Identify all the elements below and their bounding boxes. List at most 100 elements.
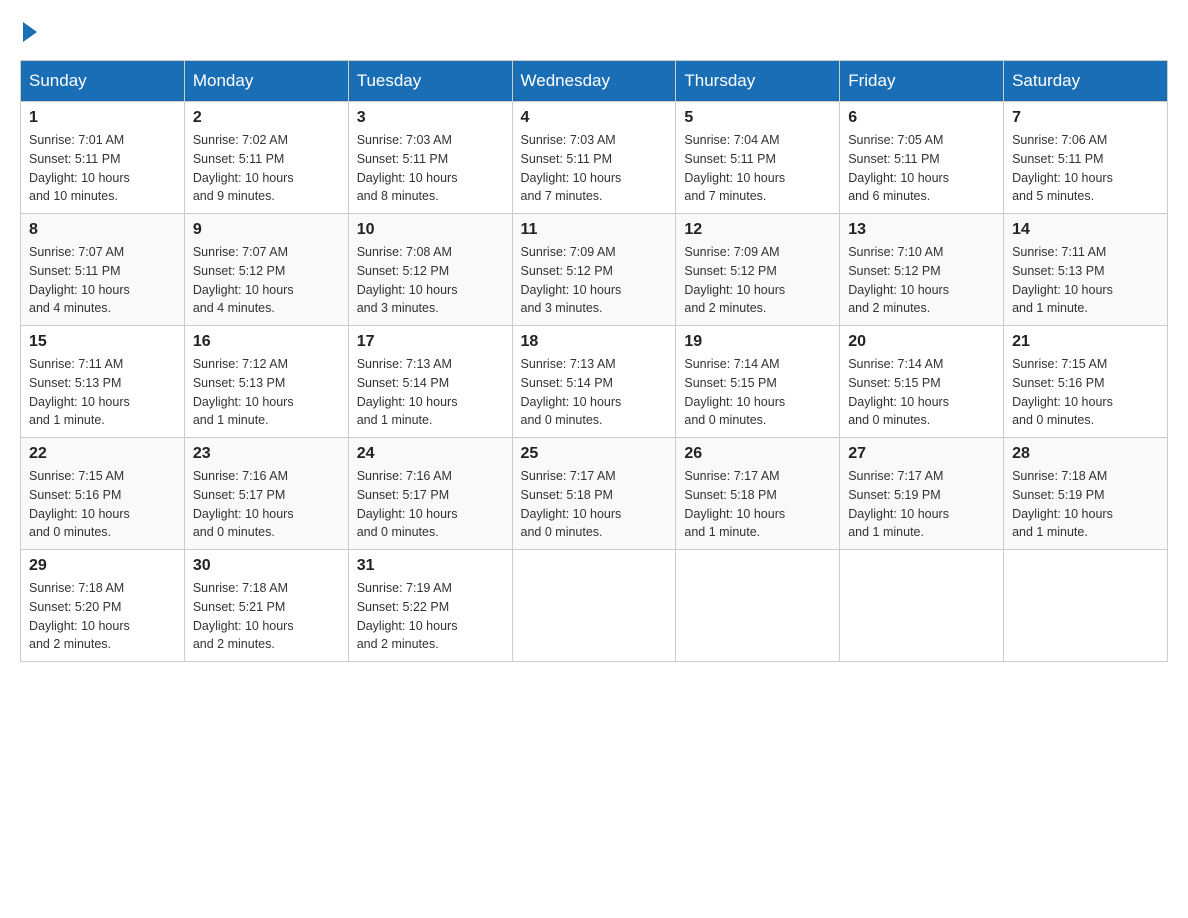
day-info: Sunrise: 7:02 AMSunset: 5:11 PMDaylight:… [193, 131, 340, 206]
day-number: 20 [848, 333, 995, 351]
day-info: Sunrise: 7:15 AMSunset: 5:16 PMDaylight:… [1012, 355, 1159, 430]
day-info: Sunrise: 7:11 AMSunset: 5:13 PMDaylight:… [29, 355, 176, 430]
calendar-header-tuesday: Tuesday [348, 61, 512, 102]
calendar-header-sunday: Sunday [21, 61, 185, 102]
calendar-cell: 22 Sunrise: 7:15 AMSunset: 5:16 PMDayligh… [21, 438, 185, 550]
day-info: Sunrise: 7:17 AMSunset: 5:18 PMDaylight:… [521, 467, 668, 542]
day-number: 9 [193, 221, 340, 239]
calendar-cell: 20Sunrise: 7:14 AMSunset: 5:15 PMDayligh… [840, 326, 1004, 438]
calendar-cell: 6 Sunrise: 7:05 AMSunset: 5:11 PMDaylight… [840, 102, 1004, 214]
day-info: Sunrise: 7:03 AMSunset: 5:11 PMDaylight:… [357, 131, 504, 206]
calendar-cell: 29 Sunrise: 7:18 AMSunset: 5:20 PMDayligh… [21, 550, 185, 662]
day-info: Sunrise: 7:17 AMSunset: 5:19 PMDaylight:… [848, 467, 995, 542]
day-number: 15 [29, 333, 176, 351]
day-info: Sunrise: 7:10 AMSunset: 5:12 PMDaylight:… [848, 243, 995, 318]
calendar-cell: 21 Sunrise: 7:15 AMSunset: 5:16 PMDayligh… [1004, 326, 1168, 438]
day-number: 14 [1012, 221, 1159, 239]
week-row-4: 22 Sunrise: 7:15 AMSunset: 5:16 PMDayligh… [21, 438, 1168, 550]
day-info: Sunrise: 7:04 AMSunset: 5:11 PMDaylight:… [684, 131, 831, 206]
calendar-cell: 27 Sunrise: 7:17 AMSunset: 5:19 PMDayligh… [840, 438, 1004, 550]
calendar-cell: 14 Sunrise: 7:11 AMSunset: 5:13 PMDayligh… [1004, 214, 1168, 326]
calendar-cell: 2 Sunrise: 7:02 AMSunset: 5:11 PMDaylight… [184, 102, 348, 214]
logo [20, 20, 41, 42]
day-info: Sunrise: 7:17 AMSunset: 5:18 PMDaylight:… [684, 467, 831, 542]
day-info: Sunrise: 7:11 AMSunset: 5:13 PMDaylight:… [1012, 243, 1159, 318]
day-info: Sunrise: 7:16 AMSunset: 5:17 PMDaylight:… [357, 467, 504, 542]
day-info: Sunrise: 7:19 AMSunset: 5:22 PMDaylight:… [357, 579, 504, 654]
calendar-cell: 30 Sunrise: 7:18 AMSunset: 5:21 PMDayligh… [184, 550, 348, 662]
calendar-cell: 10 Sunrise: 7:08 AMSunset: 5:12 PMDayligh… [348, 214, 512, 326]
calendar-cell [512, 550, 676, 662]
day-number: 29 [29, 557, 176, 575]
day-number: 11 [521, 221, 668, 239]
day-number: 28 [1012, 445, 1159, 463]
day-info: Sunrise: 7:16 AMSunset: 5:17 PMDaylight:… [193, 467, 340, 542]
day-number: 25 [521, 445, 668, 463]
calendar-cell: 13 Sunrise: 7:10 AMSunset: 5:12 PMDayligh… [840, 214, 1004, 326]
calendar-header-friday: Friday [840, 61, 1004, 102]
calendar-header-row: SundayMondayTuesdayWednesdayThursdayFrid… [21, 61, 1168, 102]
day-number: 1 [29, 109, 176, 127]
day-number: 23 [193, 445, 340, 463]
day-number: 21 [1012, 333, 1159, 351]
calendar-cell: 15 Sunrise: 7:11 AMSunset: 5:13 PMDayligh… [21, 326, 185, 438]
calendar-cell: 28 Sunrise: 7:18 AMSunset: 5:19 PMDayligh… [1004, 438, 1168, 550]
day-info: Sunrise: 7:05 AMSunset: 5:11 PMDaylight:… [848, 131, 995, 206]
day-info: Sunrise: 7:13 AMSunset: 5:14 PMDaylight:… [357, 355, 504, 430]
calendar-header-monday: Monday [184, 61, 348, 102]
calendar-header-wednesday: Wednesday [512, 61, 676, 102]
day-info: Sunrise: 7:18 AMSunset: 5:21 PMDaylight:… [193, 579, 340, 654]
day-number: 5 [684, 109, 831, 127]
day-number: 7 [1012, 109, 1159, 127]
day-info: Sunrise: 7:07 AMSunset: 5:12 PMDaylight:… [193, 243, 340, 318]
day-number: 26 [684, 445, 831, 463]
calendar-cell [676, 550, 840, 662]
day-number: 10 [357, 221, 504, 239]
day-info: Sunrise: 7:12 AMSunset: 5:13 PMDaylight:… [193, 355, 340, 430]
calendar-cell [840, 550, 1004, 662]
week-row-3: 15 Sunrise: 7:11 AMSunset: 5:13 PMDayligh… [21, 326, 1168, 438]
day-number: 17 [357, 333, 504, 351]
calendar-cell: 5 Sunrise: 7:04 AMSunset: 5:11 PMDaylight… [676, 102, 840, 214]
calendar-cell [1004, 550, 1168, 662]
day-number: 22 [29, 445, 176, 463]
calendar-cell: 7 Sunrise: 7:06 AMSunset: 5:11 PMDaylight… [1004, 102, 1168, 214]
day-info: Sunrise: 7:08 AMSunset: 5:12 PMDaylight:… [357, 243, 504, 318]
calendar-cell: 19 Sunrise: 7:14 AMSunset: 5:15 PMDayligh… [676, 326, 840, 438]
day-number: 2 [193, 109, 340, 127]
day-number: 27 [848, 445, 995, 463]
day-info: Sunrise: 7:09 AMSunset: 5:12 PMDaylight:… [684, 243, 831, 318]
day-number: 18 [521, 333, 668, 351]
day-number: 30 [193, 557, 340, 575]
calendar-table: SundayMondayTuesdayWednesdayThursdayFrid… [20, 60, 1168, 662]
day-number: 13 [848, 221, 995, 239]
week-row-1: 1Sunrise: 7:01 AMSunset: 5:11 PMDaylight… [21, 102, 1168, 214]
day-info: Sunrise: 7:07 AMSunset: 5:11 PMDaylight:… [29, 243, 176, 318]
day-info: Sunrise: 7:18 AMSunset: 5:20 PMDaylight:… [29, 579, 176, 654]
day-number: 3 [357, 109, 504, 127]
week-row-5: 29 Sunrise: 7:18 AMSunset: 5:20 PMDayligh… [21, 550, 1168, 662]
day-number: 19 [684, 333, 831, 351]
calendar-cell: 8 Sunrise: 7:07 AMSunset: 5:11 PMDaylight… [21, 214, 185, 326]
day-info: Sunrise: 7:03 AMSunset: 5:11 PMDaylight:… [521, 131, 668, 206]
calendar-cell: 24 Sunrise: 7:16 AMSunset: 5:17 PMDayligh… [348, 438, 512, 550]
day-number: 6 [848, 109, 995, 127]
calendar-cell: 18Sunrise: 7:13 AMSunset: 5:14 PMDayligh… [512, 326, 676, 438]
calendar-cell: 31 Sunrise: 7:19 AMSunset: 5:22 PMDayligh… [348, 550, 512, 662]
calendar-cell: 17 Sunrise: 7:13 AMSunset: 5:14 PMDayligh… [348, 326, 512, 438]
calendar-cell: 1Sunrise: 7:01 AMSunset: 5:11 PMDaylight… [21, 102, 185, 214]
day-number: 8 [29, 221, 176, 239]
page-header [20, 20, 1168, 42]
calendar-header-thursday: Thursday [676, 61, 840, 102]
day-info: Sunrise: 7:14 AMSunset: 5:15 PMDaylight:… [684, 355, 831, 430]
calendar-header-saturday: Saturday [1004, 61, 1168, 102]
calendar-cell: 9 Sunrise: 7:07 AMSunset: 5:12 PMDaylight… [184, 214, 348, 326]
logo-arrow-icon [23, 22, 37, 42]
day-info: Sunrise: 7:09 AMSunset: 5:12 PMDaylight:… [521, 243, 668, 318]
day-number: 16 [193, 333, 340, 351]
day-number: 31 [357, 557, 504, 575]
day-info: Sunrise: 7:18 AMSunset: 5:19 PMDaylight:… [1012, 467, 1159, 542]
day-number: 24 [357, 445, 504, 463]
day-info: Sunrise: 7:06 AMSunset: 5:11 PMDaylight:… [1012, 131, 1159, 206]
day-info: Sunrise: 7:15 AMSunset: 5:16 PMDaylight:… [29, 467, 176, 542]
